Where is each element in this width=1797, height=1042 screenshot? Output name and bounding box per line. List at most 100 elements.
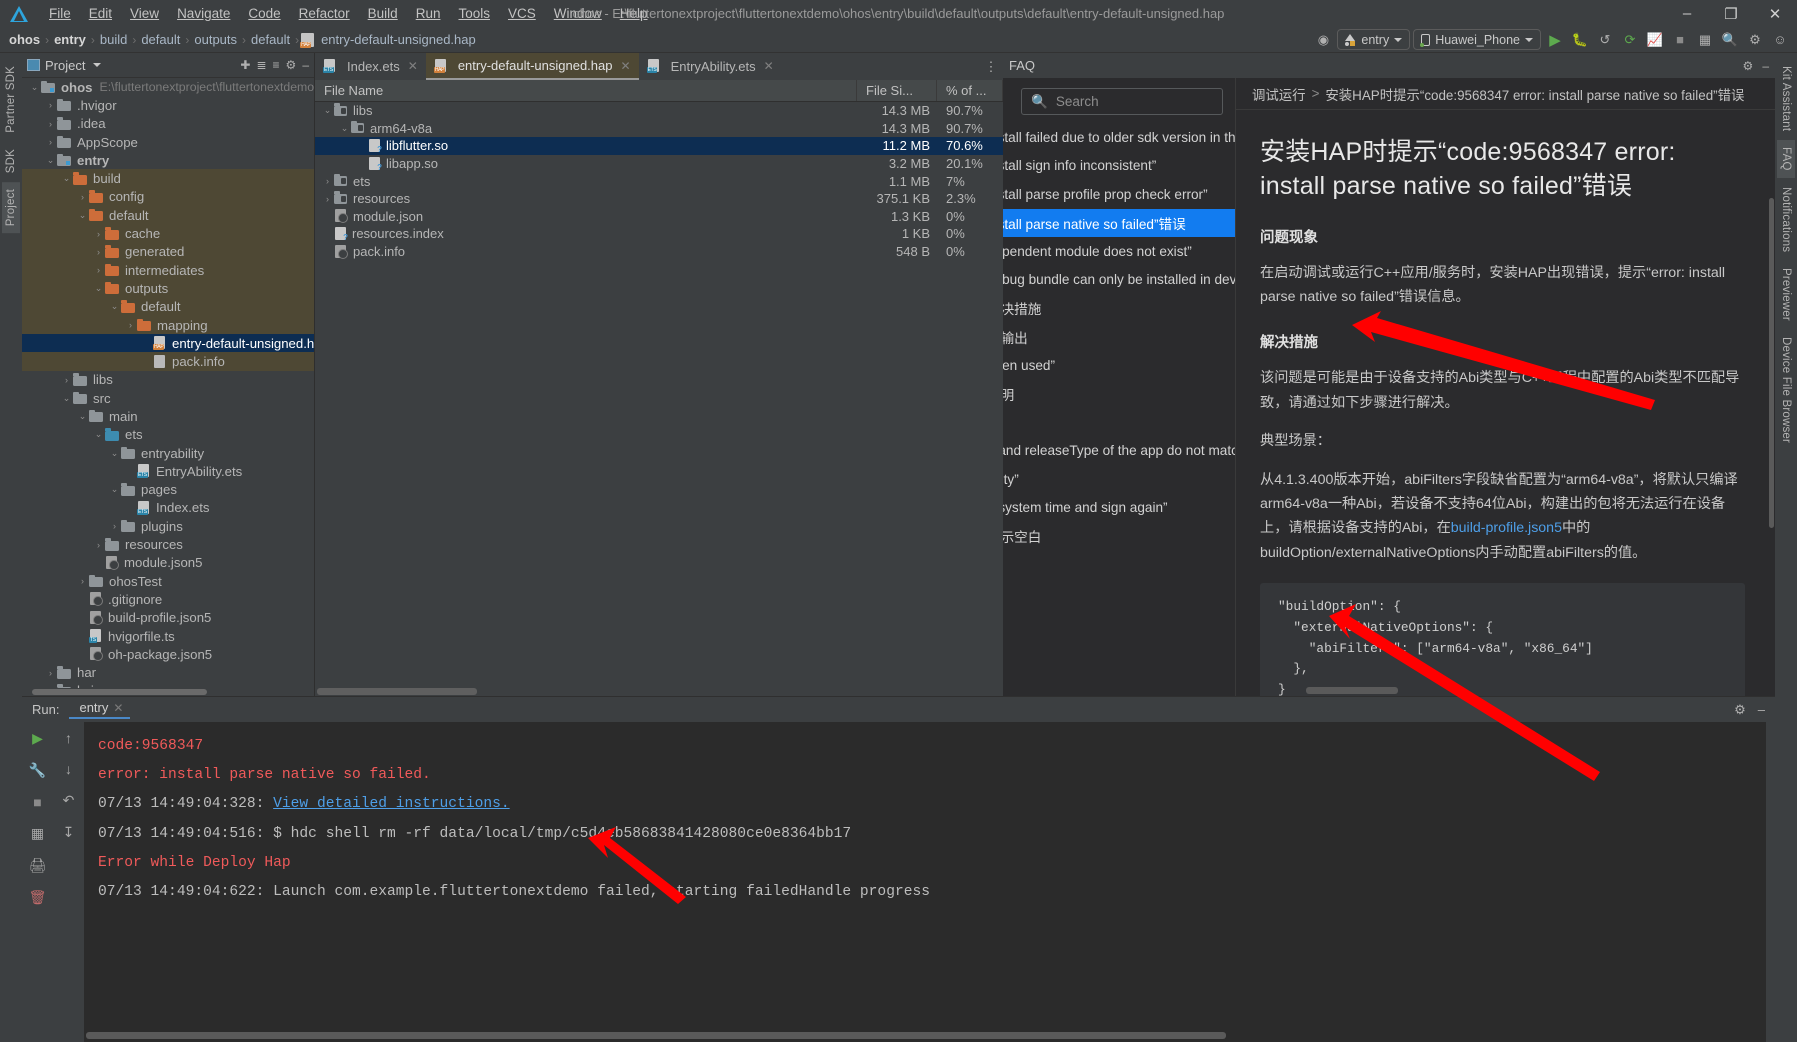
- breadcrumb-default-2[interactable]: default: [248, 32, 293, 47]
- chevron-right-icon[interactable]: ›: [76, 192, 89, 202]
- trash-icon[interactable]: 🗑: [29, 889, 47, 906]
- editor-tab[interactable]: ETS Index.ets ✕: [315, 53, 426, 80]
- breadcrumb-hap-file[interactable]: entry-default-unsigned.hap: [318, 32, 479, 47]
- menu-item-vcs[interactable]: VCS: [499, 3, 545, 24]
- faq-item-list[interactable]: install failed due to older sdk version …: [1003, 123, 1235, 696]
- rail-tab-notifications[interactable]: Notifications: [1777, 180, 1795, 259]
- project-tree-row[interactable]: ⌄ ets: [22, 426, 314, 444]
- project-tree-row[interactable]: › mapping: [22, 315, 314, 335]
- scroll-to-end-icon[interactable]: ↧: [63, 824, 75, 841]
- chevron-down-icon[interactable]: ⌄: [60, 393, 73, 404]
- faq-list-item[interactable]: been used”: [1003, 351, 1235, 380]
- project-tree-row[interactable]: pack.info: [22, 352, 314, 371]
- attach-icon[interactable]: ↺: [1594, 29, 1616, 51]
- menu-item-refactor[interactable]: Refactor: [290, 3, 359, 24]
- column-header-percent[interactable]: % of ...: [937, 80, 1003, 101]
- hap-table-hscrollbar[interactable]: [315, 687, 1003, 696]
- project-tree-row[interactable]: ⌄ outputs: [22, 279, 314, 298]
- chevron-right-icon[interactable]: ›: [44, 668, 57, 678]
- rail-tab-project[interactable]: Project: [2, 182, 20, 234]
- minimize-button[interactable]: –: [1665, 0, 1709, 27]
- faq-list-item[interactable]: 解决措施: [1003, 294, 1235, 323]
- run-console-output[interactable]: code:9568347 error: install parse native …: [84, 722, 1766, 1042]
- menu-item-code[interactable]: Code: [239, 3, 289, 24]
- gear-icon[interactable]: ⚙: [1744, 29, 1766, 51]
- close-icon[interactable]: ✕: [621, 59, 631, 73]
- project-tree-row[interactable]: › AppScope: [22, 133, 314, 151]
- chevron-right-icon[interactable]: ›: [321, 194, 334, 204]
- chevron-down-icon[interactable]: ⌄: [321, 105, 334, 116]
- run-configuration-selector[interactable]: entry: [1337, 29, 1411, 50]
- faq-list-item[interactable]: install parse profile prop check error”: [1003, 180, 1235, 209]
- menu-item-tools[interactable]: Tools: [449, 3, 499, 24]
- faq-list-item[interactable]: n and releaseType of the app do not matc…: [1003, 437, 1235, 466]
- view-detailed-instructions-link[interactable]: View detailed instructions.: [273, 796, 509, 812]
- gear-icon[interactable]: ⚙: [1734, 702, 1746, 718]
- gear-icon[interactable]: ⚙: [1743, 59, 1754, 73]
- profiler-icon[interactable]: 📈: [1644, 29, 1666, 51]
- breadcrumb-ohos[interactable]: ohos: [6, 32, 43, 47]
- menu-item-run[interactable]: Run: [407, 3, 450, 24]
- project-tree-row[interactable]: ⌄ default: [22, 206, 314, 225]
- rail-tab-sdk[interactable]: SDK: [2, 142, 20, 180]
- run-button[interactable]: ▶: [1544, 29, 1566, 51]
- chevron-right-icon[interactable]: ›: [321, 176, 334, 186]
- project-tree-row[interactable]: › ohosTest: [22, 572, 314, 590]
- project-tree-row[interactable]: TS hvigorfile.ts: [22, 627, 314, 645]
- editor-tabs-more-icon[interactable]: ⋮: [979, 53, 1003, 80]
- breadcrumb-entry[interactable]: entry: [51, 32, 89, 47]
- project-tree-row[interactable]: ⌄ default: [22, 297, 314, 316]
- target-icon[interactable]: ◉: [1312, 29, 1334, 51]
- build-profile-link[interactable]: build-profile.json5: [1451, 520, 1562, 536]
- project-tree-row[interactable]: › intermediates: [22, 260, 314, 280]
- project-tree-row[interactable]: module.json5: [22, 554, 314, 572]
- gear-icon[interactable]: ⚙: [286, 58, 297, 72]
- chevron-right-icon[interactable]: ›: [92, 265, 105, 275]
- layout-inspector-icon[interactable]: ▦: [1694, 29, 1716, 51]
- faq-list-item[interactable]: 说明: [1003, 380, 1235, 409]
- expand-all-icon[interactable]: ≣: [256, 58, 266, 72]
- faq-list-item[interactable]: e system time and sign again”: [1003, 494, 1235, 523]
- project-tree-row[interactable]: HAP entry-default-unsigned.hap: [22, 334, 314, 353]
- project-tree-row[interactable]: › har: [22, 664, 314, 682]
- maximize-button[interactable]: ❐: [1709, 0, 1753, 27]
- console-hscrollbar[interactable]: [86, 1032, 1226, 1039]
- project-tree-row[interactable]: › .idea: [22, 115, 314, 133]
- close-button[interactable]: ✕: [1753, 0, 1797, 27]
- rail-tab-kit-assistant[interactable]: Kit Assistant: [1777, 59, 1795, 138]
- run-tab-entry[interactable]: entry ✕: [69, 700, 131, 719]
- scroll-down-icon[interactable]: ↓: [65, 761, 72, 777]
- project-tree-row[interactable]: ⌄ entry: [22, 151, 314, 169]
- project-tree-row[interactable]: ETS Index.ets: [22, 499, 314, 517]
- project-tree-row[interactable]: › plugins: [22, 517, 314, 535]
- faq-list-item[interactable]: dependent module does not exist”: [1003, 237, 1235, 266]
- rail-tab-device-file-browser[interactable]: Device File Browser: [1777, 330, 1795, 450]
- close-icon[interactable]: ✕: [764, 59, 774, 73]
- project-tree-row[interactable]: › .hvigor: [22, 96, 314, 114]
- project-tree-row[interactable]: ⌄ pages: [22, 481, 314, 499]
- editor-tab[interactable]: HAP entry-default-unsigned.hap ✕: [425, 53, 639, 80]
- chevron-down-icon[interactable]: ⌄: [108, 301, 121, 312]
- chevron-down-icon[interactable]: ⌄: [44, 155, 57, 166]
- hap-table-body[interactable]: ⌄libs14.3 MB90.7%⌄arm64-v8a14.3 MB90.7%l…: [315, 102, 1003, 687]
- hap-table-row[interactable]: ⌄ libs 14.3 MB 90.7%: [315, 102, 1003, 120]
- chevron-down-icon[interactable]: [93, 63, 102, 67]
- faq-list-item[interactable]: install parse native so failed”错误: [1003, 208, 1235, 237]
- project-tree-row[interactable]: ⌄ src: [22, 389, 314, 407]
- faq-list-item[interactable]: 显示空白: [1003, 522, 1235, 551]
- rerun-icon[interactable]: ⟳: [1619, 29, 1641, 51]
- project-tree-row[interactable]: ⌄ ohos E:\fluttertonextproject\fluttertone…: [22, 78, 314, 96]
- faq-content-scrollbar[interactable]: [1769, 198, 1774, 528]
- chevron-right-icon[interactable]: ›: [92, 540, 105, 550]
- menu-item-build[interactable]: Build: [359, 3, 407, 24]
- chevron-right-icon[interactable]: ›: [44, 137, 57, 147]
- menu-item-edit[interactable]: Edit: [80, 3, 121, 24]
- project-tree[interactable]: ⌄ ohos E:\fluttertonextproject\fluttertone…: [22, 78, 314, 688]
- chevron-right-icon[interactable]: ›: [92, 229, 105, 239]
- faq-list-hscrollbar[interactable]: [1306, 687, 1398, 694]
- rerun-icon[interactable]: ▶: [32, 730, 43, 747]
- hap-table-row[interactable]: resources.index 1 KB 0%: [315, 225, 1003, 243]
- project-tree-row[interactable]: oh-package.json5: [22, 645, 314, 663]
- faq-list-item[interactable]: bility”: [1003, 465, 1235, 494]
- hap-table-row[interactable]: › ets 1.1 MB 7%: [315, 172, 1003, 190]
